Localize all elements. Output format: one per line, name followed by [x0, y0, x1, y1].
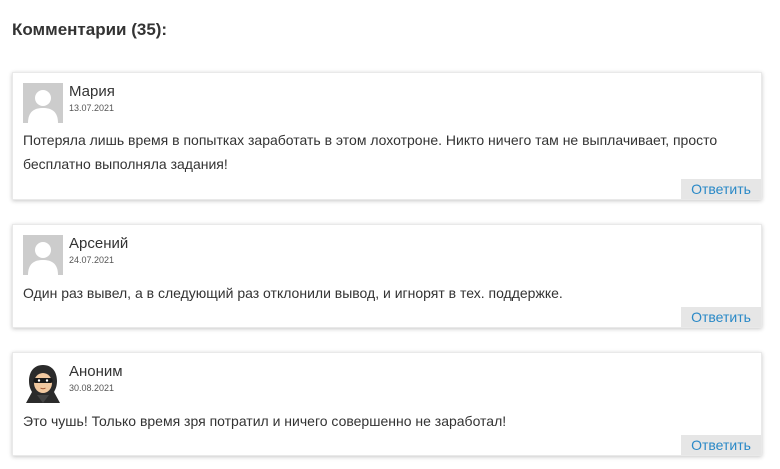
comments-title: Комментарии (35):: [12, 20, 168, 39]
reply-button[interactable]: Ответить: [681, 435, 761, 455]
comment-text: Это чушь! Только время зря потратил и ни…: [23, 413, 507, 429]
comment-date: 13.07.2021: [69, 103, 115, 113]
comment-card: Арсений 24.07.2021 Один раз вывел, а в с…: [12, 224, 762, 328]
comment-author: Арсений: [69, 235, 129, 252]
comment-date: 24.07.2021: [69, 255, 115, 265]
reply-button[interactable]: Ответить: [681, 307, 761, 327]
comment-author: Аноним: [69, 363, 123, 380]
comment-card: Аноним 30.08.2021 Это чушь! Только время…: [12, 352, 762, 456]
default-user-avatar-icon: [23, 83, 63, 123]
comment-date: 30.08.2021: [69, 383, 115, 393]
reply-button[interactable]: Ответить: [681, 179, 761, 199]
comment-text: Потеряла лишь время в попытках заработат…: [23, 132, 718, 172]
comment-text: Один раз вывел, а в следующий раз отклон…: [23, 285, 563, 301]
hooded-anonymous-avatar-icon: [23, 363, 63, 403]
default-user-avatar-icon: [23, 235, 63, 275]
comment-author: Мария: [69, 83, 115, 100]
comment-card: Мария 13.07.2021 Потеряла лишь время в п…: [12, 72, 762, 200]
